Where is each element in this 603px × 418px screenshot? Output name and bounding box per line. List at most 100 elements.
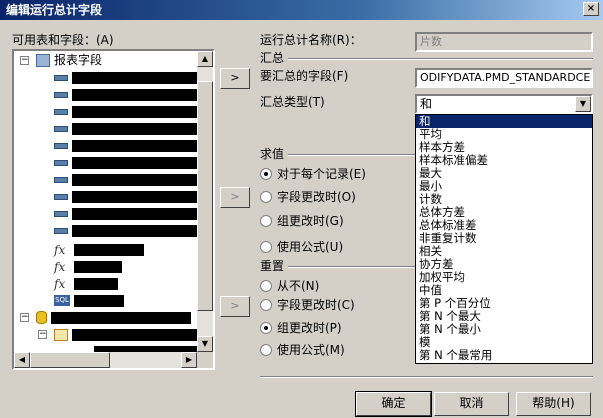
name-field[interactable]: 片数 — [415, 32, 593, 52]
scroll-thumb[interactable] — [197, 81, 213, 311]
summary-type-value: 和 — [420, 97, 433, 111]
tree-vertical-scrollbar[interactable]: ▲ ▼ — [197, 51, 213, 352]
scroll-right-icon[interactable]: ▶ — [181, 352, 197, 368]
tree-formula-row[interactable]: fx — [54, 241, 144, 257]
radio-icon — [260, 215, 272, 227]
collapse-icon[interactable]: − — [38, 330, 47, 339]
report-fields-icon — [36, 54, 50, 67]
redacted-block — [72, 207, 197, 220]
evaluate-heading: 求值 — [260, 147, 285, 161]
tree-node-report-fields[interactable]: 报表字段 — [36, 52, 102, 68]
summary-type-select[interactable]: 和 ▼ — [415, 94, 593, 114]
dropdown-option[interactable]: 和 — [416, 115, 592, 128]
available-fields-label: 可用表和字段：(A) — [12, 33, 114, 47]
dropdown-option[interactable]: 第 N 个最常用 — [416, 349, 592, 362]
reset-option-field-change[interactable]: 字段更改时(C) — [260, 297, 355, 313]
tree-field-row[interactable] — [54, 120, 197, 136]
evaluate-option-formula[interactable]: 使用公式(U) — [260, 239, 343, 255]
add-summary-field-button[interactable]: > — [220, 68, 250, 89]
radio-icon — [260, 241, 272, 253]
field-icon — [54, 125, 68, 132]
radio-icon — [260, 344, 272, 356]
field-icon — [54, 142, 68, 149]
reset-option-group-change[interactable]: 组更改时(P) — [260, 320, 342, 336]
tree-field-row[interactable] — [54, 69, 197, 85]
tree-field-row[interactable] — [54, 137, 197, 153]
evaluate-divider — [288, 154, 415, 156]
ok-button[interactable]: 确定 — [355, 391, 432, 417]
close-button[interactable]: × — [583, 2, 599, 16]
evaluate-option-each-record[interactable]: 对于每个记录(E) — [260, 166, 366, 182]
type-label: 汇总类型(T) — [260, 95, 325, 109]
redacted-block — [74, 277, 118, 290]
radio-label: 从不(N) — [277, 279, 320, 293]
scroll-thumb[interactable] — [30, 352, 110, 368]
tree-node-database[interactable] — [36, 309, 191, 325]
dropdown-option[interactable]: 最大 — [416, 167, 592, 180]
radio-label: 字段更改时(C) — [277, 298, 355, 312]
bottom-divider — [260, 376, 593, 378]
tree-horizontal-scrollbar[interactable]: ◀ ▶ — [14, 352, 197, 368]
redacted-block — [74, 294, 124, 307]
summary-divider — [288, 58, 593, 60]
tree-node-table[interactable] — [54, 326, 197, 342]
radio-label: 组更改时(G) — [277, 214, 344, 228]
radio-label: 使用公式(U) — [277, 240, 344, 254]
redacted-block — [72, 173, 197, 186]
tree-field-row[interactable] — [54, 222, 197, 238]
help-button[interactable]: 帮助(H) — [516, 392, 591, 416]
tree-field-row[interactable] — [54, 205, 197, 221]
redacted-block — [72, 224, 197, 237]
collapse-icon[interactable]: − — [20, 56, 29, 65]
redacted-block — [72, 122, 197, 135]
add-evaluate-field-button[interactable]: > — [220, 187, 250, 208]
dropdown-option[interactable]: 最小 — [416, 180, 592, 193]
reset-option-formula[interactable]: 使用公式(M) — [260, 342, 345, 358]
scroll-up-icon[interactable]: ▲ — [197, 51, 213, 67]
tree-formula-row[interactable]: fx — [54, 275, 118, 291]
window-title: 编辑运行总计字段 — [6, 3, 103, 17]
report-fields-label: 报表字段 — [54, 53, 103, 67]
scroll-down-icon[interactable]: ▼ — [197, 336, 213, 352]
field-icon — [54, 193, 68, 200]
evaluate-option-group-change[interactable]: 组更改时(G) — [260, 213, 344, 229]
chevron-down-icon[interactable]: ▼ — [575, 96, 591, 112]
redacted-block — [74, 243, 144, 256]
tree-sql-row[interactable]: SQL — [54, 292, 124, 308]
name-label: 运行总计名称(R)： — [260, 33, 362, 47]
add-reset-field-button[interactable]: > — [220, 296, 250, 317]
tree-field-row[interactable] — [54, 103, 197, 119]
dropdown-option[interactable]: 加权平均 — [416, 271, 592, 284]
summary-type-dropdown[interactable]: 和 平均 样本方差 样本标准偏差 最大 最小 计数 总体方差 总体标准差 非重复… — [415, 114, 593, 364]
redacted-block — [72, 328, 197, 341]
summary-field-input[interactable]: ODIFYDATA.PMD_STANDARDCELLS — [415, 68, 593, 88]
radio-label: 组更改时(P) — [277, 321, 342, 335]
tree-field-row[interactable] — [54, 171, 197, 187]
scroll-left-icon[interactable]: ◀ — [14, 352, 30, 368]
tree-field-row[interactable] — [54, 86, 197, 102]
dropdown-option[interactable]: 非重复计数 — [416, 232, 592, 245]
fields-tree[interactable]: − 报表字段 fx fx fx SQL − − ▲ ▼ ◀ ▶ — [12, 49, 215, 370]
dropdown-option[interactable]: 第 N 个最小 — [416, 323, 592, 336]
radio-selected-icon — [260, 322, 272, 334]
sql-icon: SQL — [54, 295, 70, 306]
field-icon — [54, 108, 68, 115]
formula-icon: fx — [54, 242, 66, 257]
tree-field-row[interactable] — [94, 343, 197, 352]
formula-icon: fx — [54, 276, 66, 291]
field-icon — [54, 91, 68, 98]
dropdown-option[interactable]: 样本标准偏差 — [416, 154, 592, 167]
redacted-block — [74, 260, 122, 273]
formula-icon: fx — [54, 259, 66, 274]
evaluate-option-field-change[interactable]: 字段更改时(O) — [260, 189, 356, 205]
radio-selected-icon — [260, 168, 272, 180]
tree-field-row[interactable] — [54, 154, 197, 170]
tree-field-row[interactable] — [54, 188, 197, 204]
reset-option-never[interactable]: 从不(N) — [260, 278, 319, 294]
redacted-block — [51, 311, 191, 324]
table-icon — [54, 328, 68, 341]
field-icon — [54, 176, 68, 183]
cancel-button[interactable]: 取消 — [434, 392, 509, 416]
tree-formula-row[interactable]: fx — [54, 258, 122, 274]
collapse-icon[interactable]: − — [20, 313, 29, 322]
